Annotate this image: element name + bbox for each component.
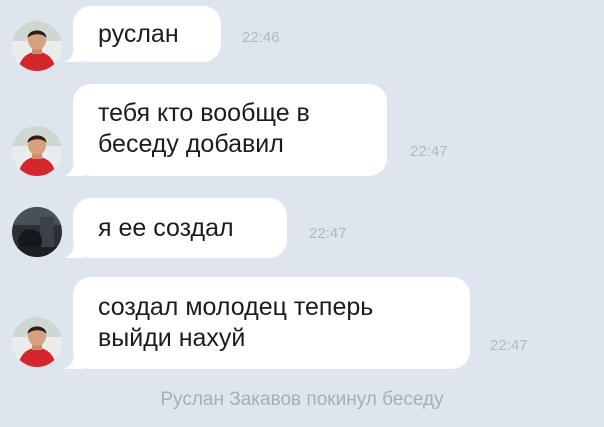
message-text: я ее создал xyxy=(98,214,234,242)
bubble-tail xyxy=(64,242,84,258)
bubble-tail xyxy=(64,46,84,62)
message-time: 22:46 xyxy=(242,29,280,46)
message-time: 22:47 xyxy=(410,143,448,160)
dark-photo-avatar-icon[interactable] xyxy=(12,207,62,257)
boy-avatar-icon[interactable] xyxy=(12,126,62,176)
message-bubble[interactable]: тебя кто вообще в беседу добавил xyxy=(64,84,387,176)
boy-avatar-icon[interactable] xyxy=(12,21,62,71)
chat-history: руслан 22:46 тебя кто вообще в беседу до… xyxy=(0,0,604,427)
message-text: создал молодец теперь выйди нахуй xyxy=(98,293,374,352)
boy-avatar-icon[interactable] xyxy=(12,317,62,367)
message-bubble[interactable]: руслан xyxy=(64,6,221,62)
message-time: 22:47 xyxy=(490,337,528,354)
system-notice: Руслан Закавов покинул беседу xyxy=(160,389,444,410)
message-bubble[interactable]: создал молодец теперь выйди нахуй xyxy=(64,277,470,369)
message-time: 22:47 xyxy=(309,225,347,242)
message-text: руслан xyxy=(98,20,179,48)
bubble-tail xyxy=(64,160,84,176)
bubble-tail xyxy=(64,353,84,369)
message-text: тебя кто вообще в беседу добавил xyxy=(98,99,310,158)
message-bubble[interactable]: я ее создал xyxy=(64,198,287,258)
